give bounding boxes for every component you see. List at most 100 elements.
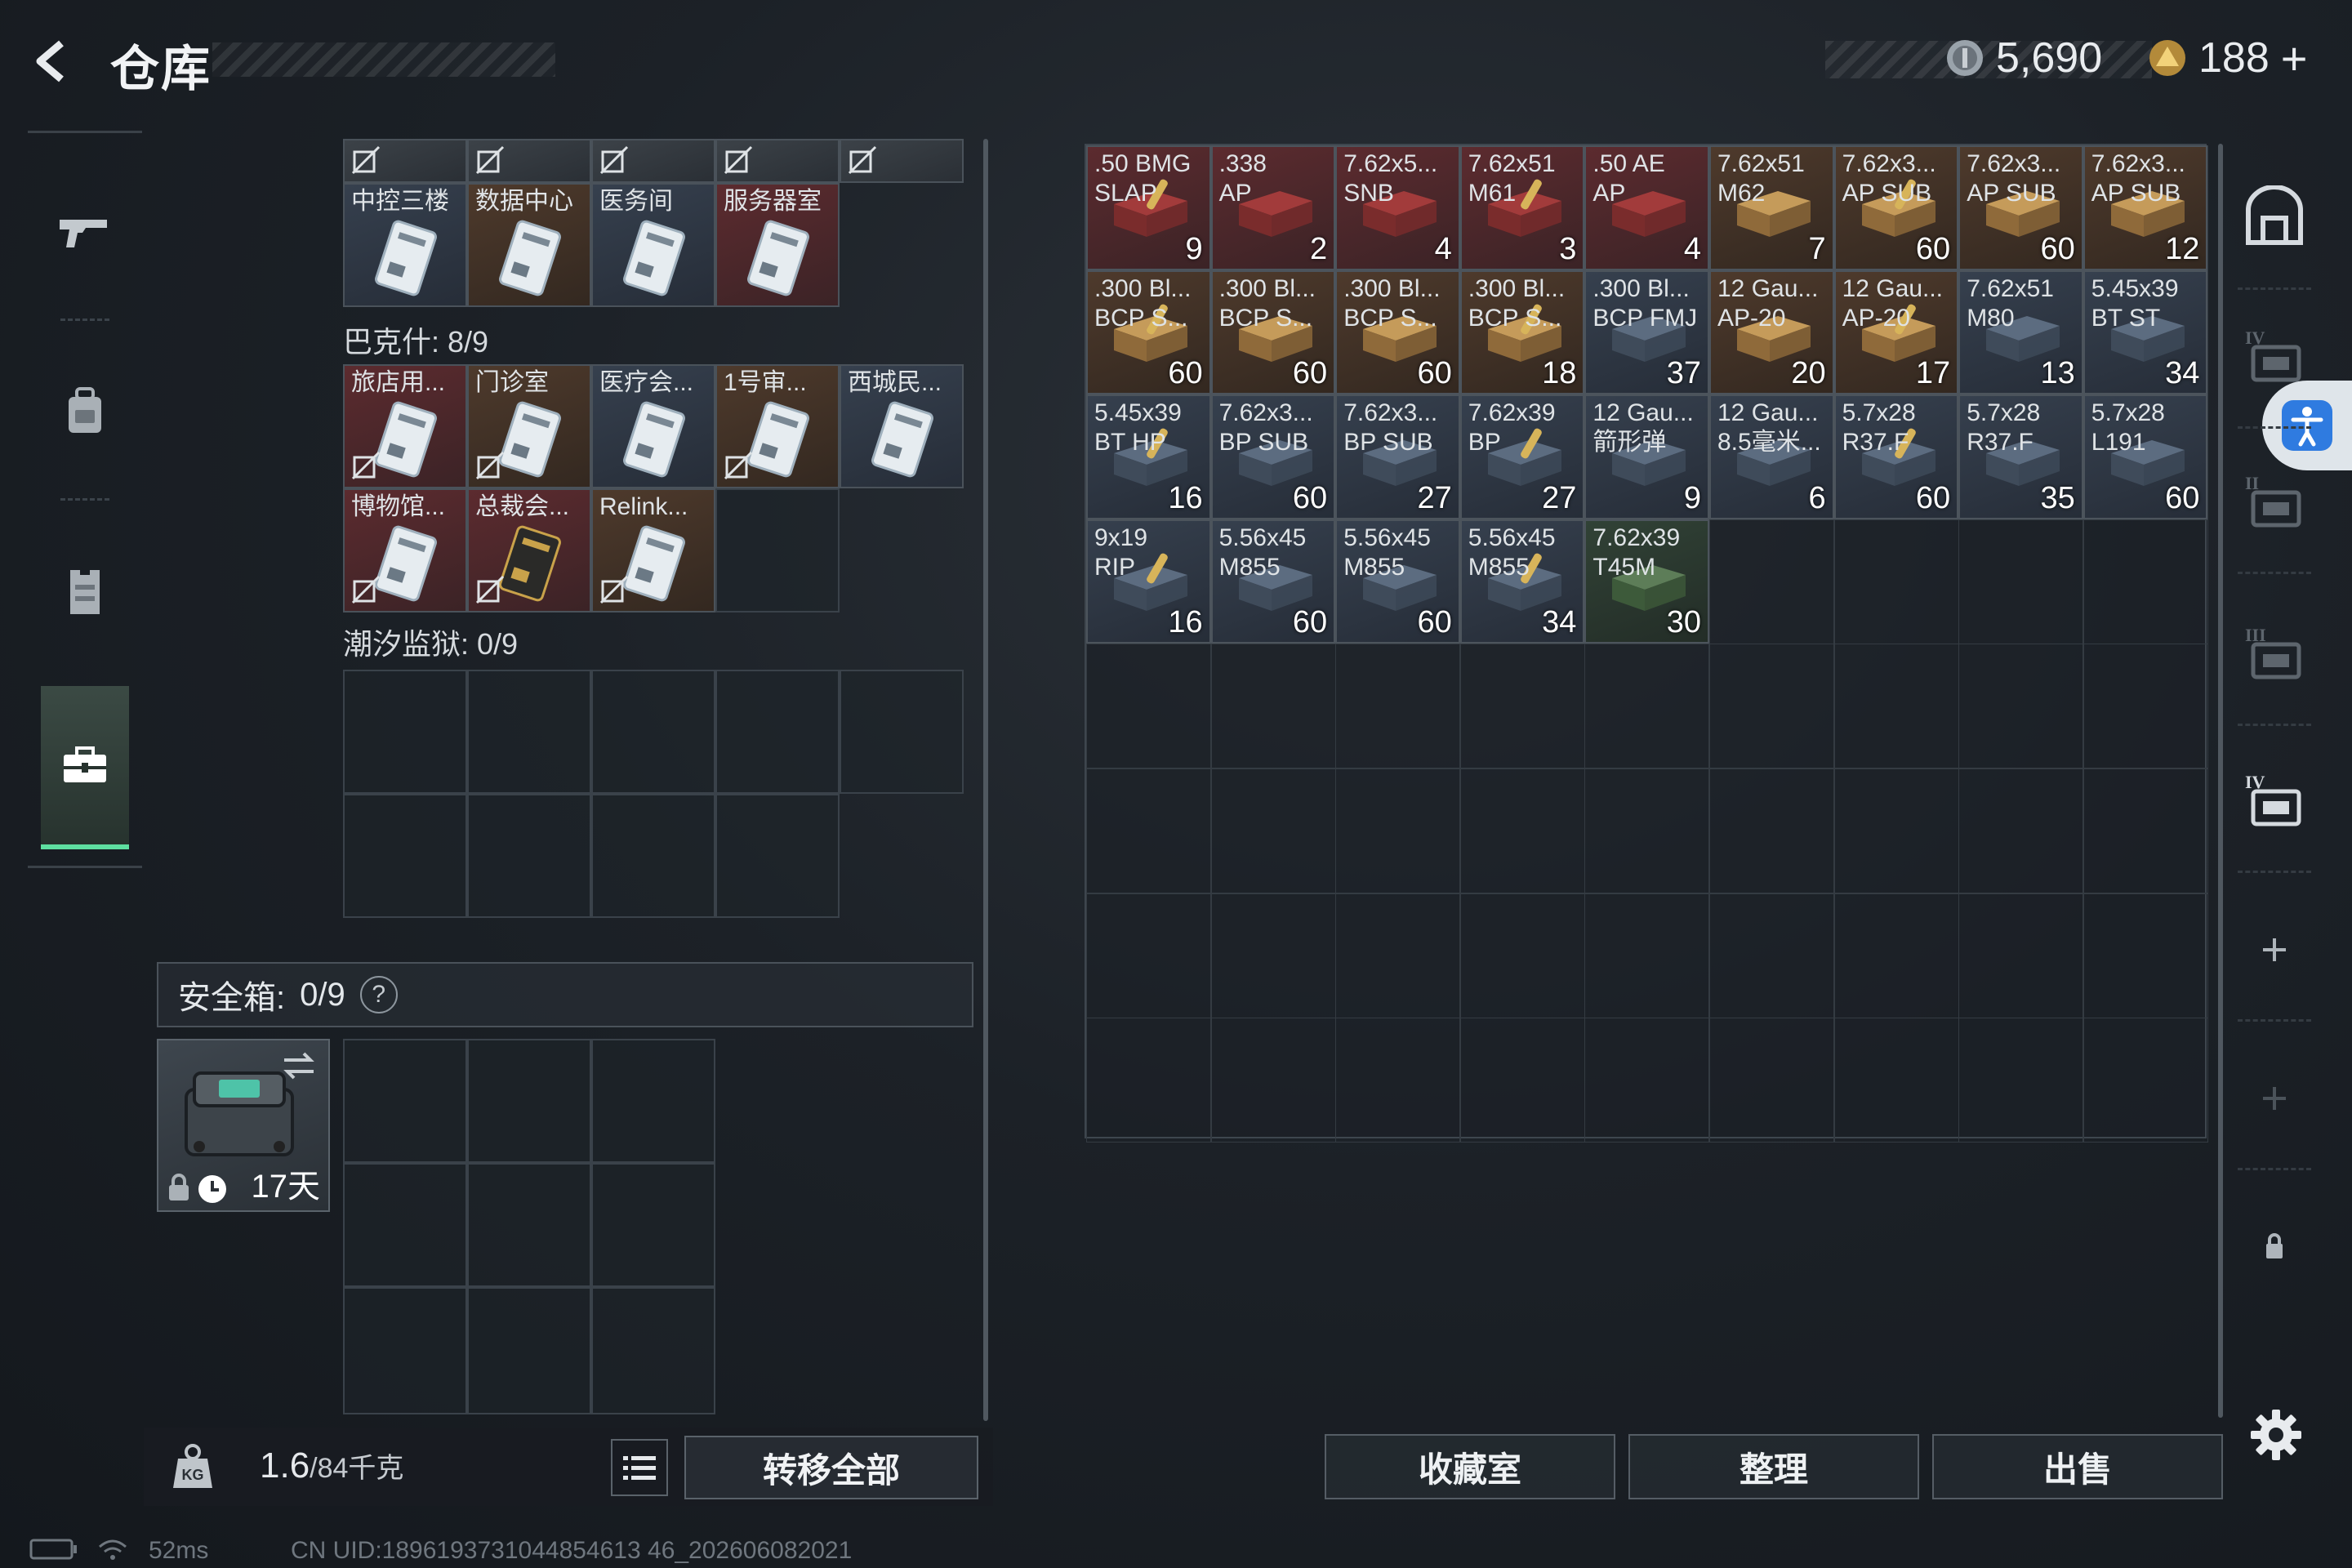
transfer-all-button[interactable]: 转移全部 [684,1436,978,1499]
storage-slot[interactable] [1335,768,1461,893]
add-tab[interactable] [2238,1062,2311,1135]
accessibility-button[interactable] [2262,381,2352,470]
empty-slot[interactable] [591,670,715,794]
storage-slot[interactable] [1584,644,1710,769]
empty-slot[interactable] [343,794,467,918]
storage-slot[interactable] [1833,644,1959,769]
ammo-item[interactable]: .300 Bl... BCP S... 60 [1086,270,1211,395]
ammo-item[interactable]: 7.62x3... BP SUB 27 [1335,394,1460,519]
keycard-slot-partial[interactable] [840,139,964,183]
empty-slot[interactable] [715,794,840,918]
ammo-item[interactable]: 5.7x28 L191 60 [2082,394,2208,519]
add-tab[interactable] [2238,913,2311,987]
currency-gold[interactable]: 188 + [2148,29,2307,87]
keycard-slot-partial[interactable] [715,139,840,183]
storage-slot[interactable] [1459,1018,1585,1143]
storage-slot[interactable] [1210,893,1336,1018]
storage-slot[interactable] [1459,644,1585,769]
storage-slot[interactable] [1086,1018,1211,1143]
ammo-item[interactable]: 7.62x3... BP SUB 60 [1210,394,1336,519]
storage-slot[interactable] [1584,893,1710,1018]
collection-room-button[interactable]: 收藏室 [1325,1434,1615,1499]
level-iii-gun-rack-tab[interactable]: III [2238,617,2311,691]
keycard-item[interactable]: 1号审... [715,364,840,488]
ammo-item[interactable]: 7.62x3... AP SUB 60 [1958,145,2083,270]
nav-item-safebox[interactable] [41,686,129,849]
ammo-item[interactable]: .50 BMG SLAP 9 [1086,145,1211,270]
vault-tab[interactable] [2238,181,2311,255]
ammo-item[interactable]: 7.62x51 M62 7 [1709,145,1834,270]
nav-item-weapons[interactable] [28,150,142,314]
level-ii-medkit-tab[interactable]: II [2238,466,2311,539]
ammo-item[interactable]: .300 Bl... BCP S... 18 [1459,270,1585,395]
ammo-item[interactable]: 5.56x45 M855 60 [1335,519,1460,644]
ammo-item[interactable]: 5.56x45 M855 34 [1459,519,1585,644]
ammo-item[interactable]: 7.62x39 T45M 30 [1584,519,1709,644]
safebox-help-button[interactable]: ? [359,976,398,1013]
storage-slot[interactable] [2082,1018,2208,1143]
ammo-item[interactable]: 12 Gau... AP-20 20 [1709,270,1834,395]
weight-lock-button[interactable]: KG [168,1442,217,1491]
storage-slot[interactable] [1459,893,1585,1018]
storage-slot[interactable] [1833,519,1959,644]
empty-slot[interactable] [467,794,591,918]
keycard-item[interactable]: 服务器室 [715,183,840,307]
safebox-slot[interactable] [467,1163,591,1287]
storage-slot[interactable] [1958,893,2084,1018]
ammo-item[interactable]: 7.62x5... SNB 4 [1335,145,1460,270]
nav-item-vest[interactable] [28,510,142,673]
ammo-item[interactable]: .50 AE AP 4 [1584,145,1709,270]
keycard-slot-partial[interactable] [591,139,715,183]
empty-slot[interactable] [715,670,840,794]
storage-slot[interactable] [1958,768,2084,893]
storage-slot[interactable] [1584,768,1710,893]
storage-slot[interactable] [1833,768,1959,893]
ammo-item[interactable]: 7.62x39 BP 27 [1459,394,1585,519]
safebox-slot[interactable] [343,1039,467,1163]
storage-slot[interactable] [1459,768,1585,893]
keycard-item[interactable]: 总裁会... [467,488,591,612]
level-iv-cabinet-tab[interactable]: IV [2238,764,2311,838]
ammo-item[interactable]: 7.62x51 M61 3 [1459,145,1585,270]
storage-slot[interactable] [2082,768,2208,893]
ammo-item[interactable]: .300 Bl... BCP FMJ 37 [1584,270,1709,395]
storage-slot[interactable] [1958,644,2084,769]
ammo-item[interactable]: 7.62x3... AP SUB 12 [2082,145,2208,270]
keycard-item[interactable]: 博物馆... [343,488,467,612]
empty-slot[interactable] [715,488,840,612]
ammo-item[interactable]: 12 Gau... AP-20 17 [1833,270,1959,395]
safebox-slot[interactable] [591,1163,715,1287]
settings-button[interactable] [2246,1405,2306,1465]
keycard-item[interactable]: 医务间 [591,183,715,307]
swap-icon[interactable] [281,1049,317,1081]
storage-slot[interactable] [1709,1018,1834,1143]
ammo-item[interactable]: 12 Gau... 8.5毫米... 6 [1709,394,1834,519]
storage-slot[interactable] [1086,644,1211,769]
storage-slot[interactable] [1335,1018,1461,1143]
storage-slot[interactable] [2082,519,2208,644]
ammo-item[interactable]: .300 Bl... BCP S... 60 [1210,270,1336,395]
list-view-button[interactable] [611,1439,668,1496]
storage-slot[interactable] [2082,893,2208,1018]
keycard-item[interactable]: 西城民... [840,364,964,488]
keycard-item[interactable]: 中控三楼 [343,183,467,307]
storage-slot[interactable] [1210,644,1336,769]
keycard-item[interactable]: 数据中心 [467,183,591,307]
empty-slot[interactable] [467,670,591,794]
keycard-slot-partial[interactable] [467,139,591,183]
ammo-item[interactable]: 5.7x28 R37.F 60 [1833,394,1959,519]
storage-slot[interactable] [1335,644,1461,769]
storage-slot[interactable] [1086,893,1211,1018]
safebox-slot[interactable] [467,1039,591,1163]
storage-slot[interactable] [1210,1018,1336,1143]
storage-slot[interactable] [2082,644,2208,769]
keycard-item[interactable]: Relink... [591,488,715,612]
safebox-slot[interactable] [343,1287,467,1414]
nav-item-backpack[interactable] [28,330,142,493]
storage-slot[interactable] [1584,1018,1710,1143]
empty-slot[interactable] [343,670,467,794]
level-iv-storage-tab[interactable]: IV [2238,320,2311,394]
organize-button[interactable]: 整理 [1628,1434,1919,1499]
ammo-item[interactable]: 7.62x51 M80 13 [1958,270,2083,395]
ammo-item[interactable]: 5.7x28 R37.F 35 [1958,394,2083,519]
